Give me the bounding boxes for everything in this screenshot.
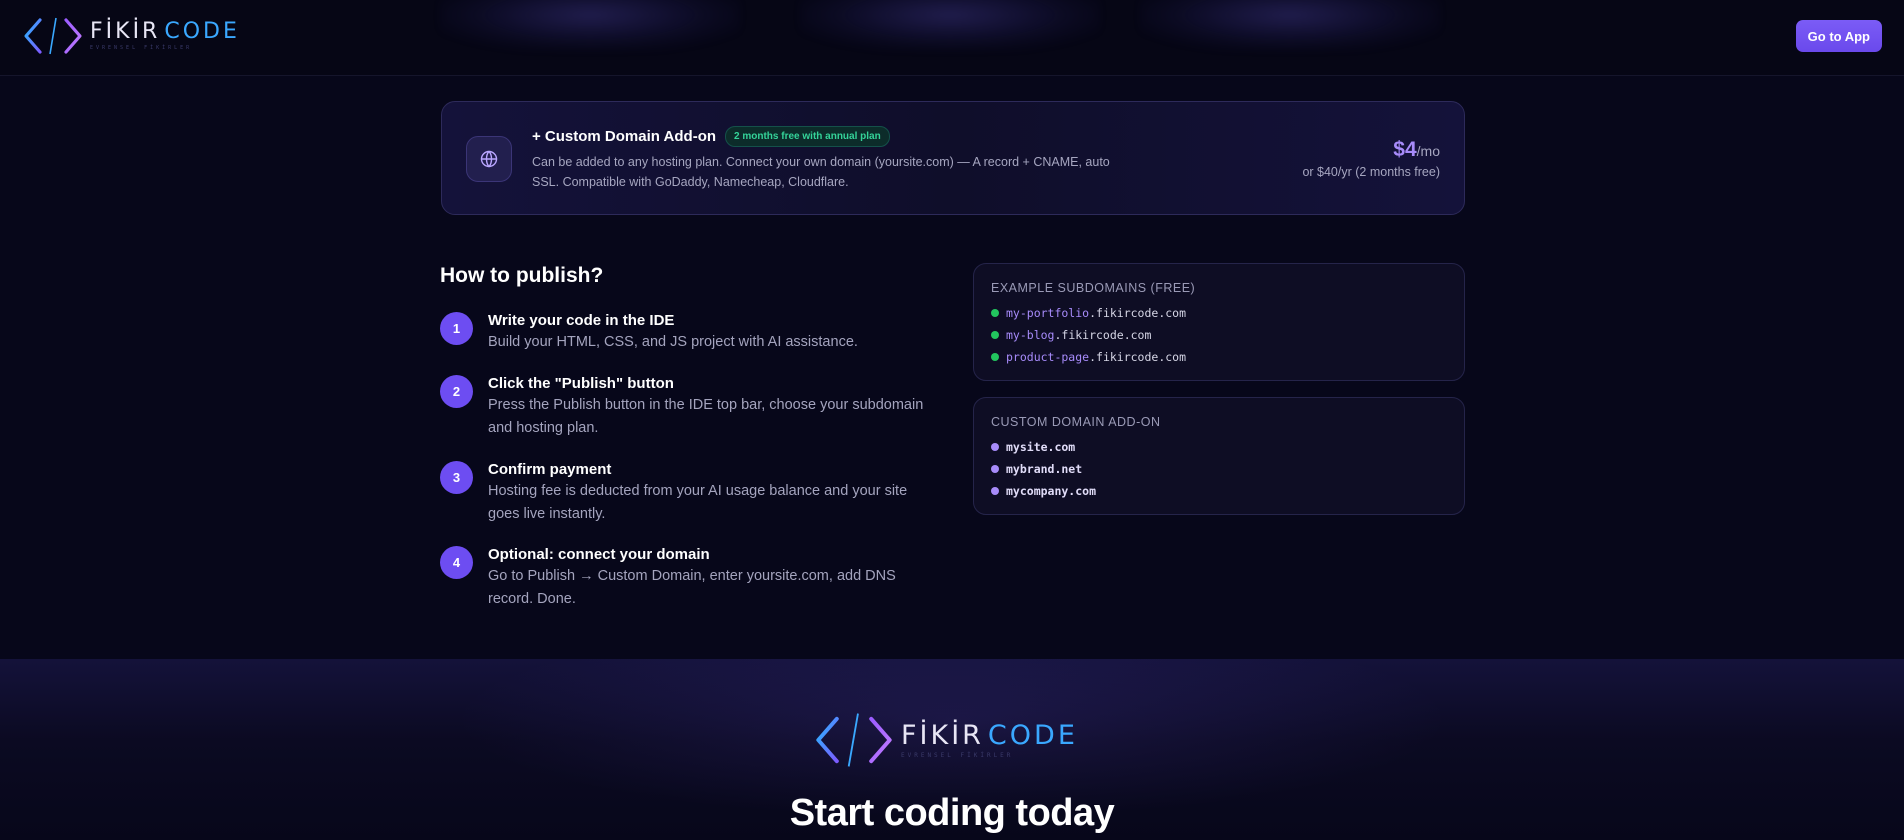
cta-logo: FİKİR CODE EVRENSEL FİKİRLER — [813, 710, 1078, 770]
custom-domain-addon-card: + Custom Domain Add-on 2 months free wit… — [441, 101, 1465, 215]
subdomain-item: my-portfolio .fikircode.com — [991, 306, 1186, 320]
custom-domain-item: mysite.com — [991, 440, 1075, 454]
step-title: Optional: connect your domain — [488, 546, 710, 563]
custom-domain-name: mycompany.com — [1006, 484, 1097, 498]
status-dot — [991, 487, 999, 495]
subdomain-suffix: .fikircode.com — [1089, 350, 1187, 364]
header-glow — [440, 0, 740, 50]
custom-domain-name: mysite.com — [1006, 440, 1076, 454]
logo-text: FİKİR CODE EVRENSEL FİKİRLER — [901, 722, 1078, 759]
price-line: $4/mo — [1302, 138, 1440, 162]
globe-icon-box — [466, 136, 512, 182]
step-description: Go to Publish → Custom Domain, enter you… — [488, 568, 896, 607]
status-dot — [991, 309, 999, 317]
subdomain-name: my-portfolio — [1006, 306, 1090, 320]
addon-badge: 2 months free with annual plan — [725, 126, 890, 147]
step-title: Write your code in the IDE — [488, 312, 675, 329]
step-description: Hosting fee is deducted from your AI usa… — [488, 483, 908, 522]
code-brackets-icon — [24, 17, 82, 55]
addon-title: + Custom Domain Add-on — [532, 128, 717, 145]
custom-domain-item: mybrand.net — [991, 462, 1082, 476]
subdomains-label: EXAMPLE SUBDOMAINS (FREE) — [991, 281, 1196, 295]
subdomain-item: my-blog .fikircode.com — [991, 328, 1151, 342]
subdomain-item: product-page .fikircode.com — [991, 350, 1186, 364]
globe-icon — [480, 150, 498, 168]
custom-domain-name: mybrand.net — [1006, 462, 1083, 476]
logo-wordmark: FİKİR CODE — [901, 722, 1078, 749]
step-description: Press the Publish button in the IDE top … — [488, 397, 924, 436]
status-dot — [991, 331, 999, 339]
cta-section: FİKİR CODE EVRENSEL FİKİRLER Start coding… — [0, 659, 1904, 840]
logo-tagline: EVRENSEL FİKİRLER — [90, 45, 193, 51]
addon-price: $4/mo or $40/yr (2 months free) — [1302, 138, 1440, 179]
step-description: Build your HTML, CSS, and JS project wit… — [488, 334, 858, 350]
code-brackets-icon — [816, 713, 892, 767]
example-subdomains-card: EXAMPLE SUBDOMAINS (FREE) my-portfolio .f… — [973, 263, 1465, 381]
logo-word-fikir: FİKİR — [90, 19, 161, 44]
step-title: Click the "Publish" button — [488, 375, 674, 392]
subdomain-suffix: .fikircode.com — [1089, 306, 1187, 320]
header-logo[interactable]: FİKİR CODE EVRENSEL FİKİRLER — [22, 16, 240, 56]
custom-domain-examples-card: CUSTOM DOMAIN ADD-ON mysite.com mybrand.… — [973, 397, 1465, 515]
step-number: 3 — [440, 461, 473, 494]
step-number: 4 — [440, 546, 473, 579]
logo-word-code: CODE — [987, 719, 1078, 751]
price-unit: /mo — [1416, 143, 1440, 159]
price-amount: $4 — [1393, 138, 1417, 161]
header-glow — [800, 0, 1100, 50]
step-number: 2 — [440, 375, 473, 408]
step-number: 1 — [440, 312, 473, 345]
step-title: Confirm payment — [488, 461, 612, 478]
go-to-app-button[interactable]: Go to App — [1795, 20, 1882, 52]
custom-domains-label: CUSTOM DOMAIN ADD-ON — [991, 415, 1161, 429]
logo-wordmark: FİKİR CODE — [90, 21, 240, 43]
logo-word-fikir: FİKİR — [901, 719, 984, 751]
addon-title-row: + Custom Domain Add-on 2 months free wit… — [532, 126, 890, 147]
status-dot — [991, 465, 999, 473]
status-dot — [991, 443, 999, 451]
cta-heading: Start coding today — [789, 792, 1115, 834]
subdomain-name: my-blog — [1006, 328, 1055, 342]
top-nav: FİKİR CODE EVRENSEL FİKİRLER Go to App — [0, 0, 1904, 76]
subdomain-name: product-page — [1006, 350, 1090, 364]
subdomain-suffix: .fikircode.com — [1054, 328, 1152, 342]
custom-domain-item: mycompany.com — [991, 484, 1096, 498]
status-dot — [991, 353, 999, 361]
logo-word-code: CODE — [164, 19, 240, 44]
logo-text: FİKİR CODE EVRENSEL FİKİRLER — [90, 21, 240, 51]
logo-tagline: EVRENSEL FİKİRLER — [901, 751, 1014, 759]
header-glow — [1140, 0, 1440, 50]
price-annual-note: or $40/yr (2 months free) — [1302, 165, 1440, 179]
addon-description: Can be added to any hosting plan. Connec… — [532, 155, 1110, 189]
publish-heading: How to publish? — [440, 264, 604, 287]
